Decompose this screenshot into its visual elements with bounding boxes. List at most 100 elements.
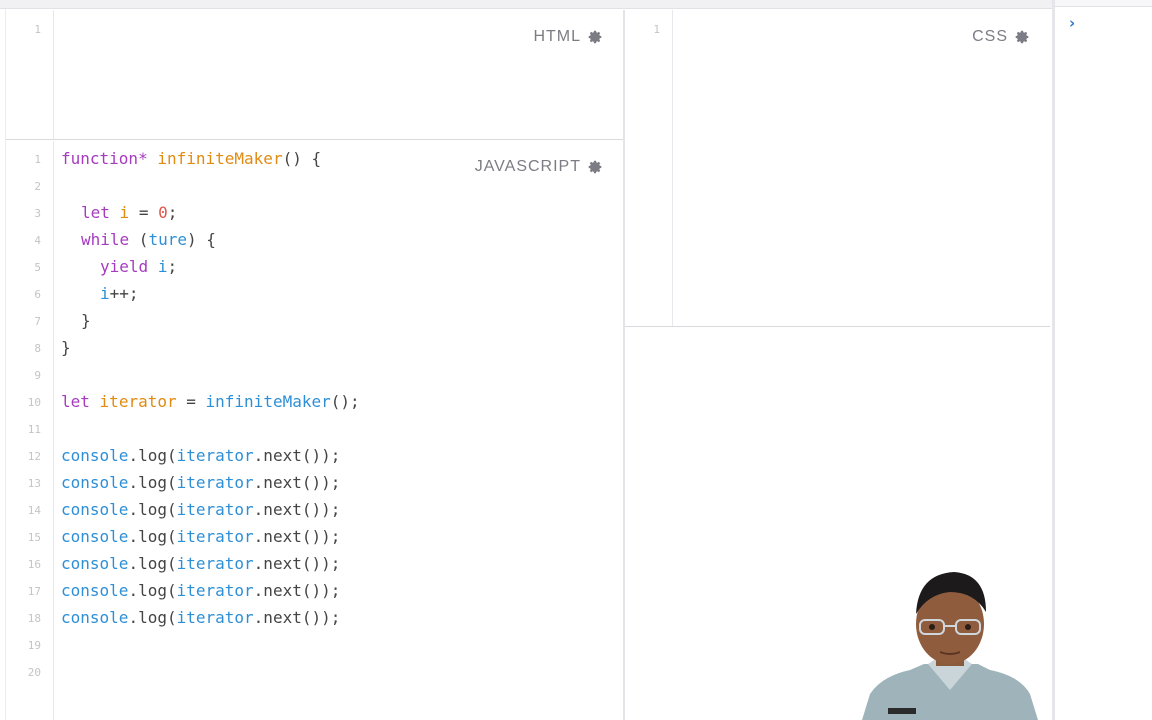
- code-line: console.log(iterator.next());: [61, 604, 340, 631]
- code-line: while (ture) {: [81, 226, 216, 253]
- gear-icon: [588, 30, 602, 44]
- html-editor-pane[interactable]: 1 HTML: [6, 10, 623, 140]
- code-line: function* infiniteMaker() {: [61, 145, 321, 172]
- line-number: 2: [34, 180, 41, 193]
- chevron-right-icon[interactable]: ›: [1069, 14, 1075, 32]
- css-pane-settings-button[interactable]: CSS: [972, 28, 1030, 46]
- code-token: let: [81, 203, 110, 222]
- code-token: .log(: [128, 500, 177, 519]
- code-token: (: [129, 230, 149, 249]
- code-token: .next());: [253, 608, 341, 627]
- code-token: .next());: [253, 527, 341, 546]
- line-number: 20: [27, 666, 41, 679]
- css-pane-label: CSS: [972, 28, 1008, 45]
- code-line: }: [61, 334, 71, 361]
- line-number: 5: [34, 261, 41, 274]
- code-token: .log(: [128, 473, 177, 492]
- code-token: let: [61, 392, 90, 411]
- code-token: function*: [61, 149, 148, 168]
- html-pane-label: HTML: [533, 28, 581, 45]
- code-token: ++;: [109, 284, 139, 303]
- code-token: console: [61, 527, 129, 546]
- presenter-webcam: [862, 566, 1038, 720]
- html-pane-settings-button[interactable]: HTML: [533, 28, 603, 46]
- line-number: 13: [27, 477, 41, 490]
- console-header: [1055, 0, 1152, 7]
- js-line-gutter: 1 2 3 4 5 6 7 8 9 10 11 12 13 14 15 16 1…: [6, 141, 54, 720]
- line-number: 1: [653, 23, 660, 36]
- code-token: 0: [158, 203, 168, 222]
- js-pane-settings-button[interactable]: JAVASCRIPT: [475, 158, 603, 176]
- code-line: }: [81, 307, 91, 334]
- code-token: =: [129, 203, 159, 222]
- css-line-gutter: 1: [625, 10, 673, 326]
- code-token: .next());: [253, 581, 341, 600]
- code-token: while: [81, 230, 130, 249]
- code-token: () {: [282, 149, 322, 168]
- code-line: console.log(iterator.next());: [61, 442, 340, 469]
- code-token: iterator: [176, 608, 254, 627]
- line-number: 8: [34, 342, 41, 355]
- code-token: i: [119, 203, 130, 222]
- code-token: ;: [167, 257, 178, 276]
- code-token: .log(: [128, 446, 177, 465]
- code-line: i++;: [100, 280, 139, 307]
- code-token: .next());: [253, 500, 341, 519]
- code-token: console: [61, 473, 129, 492]
- code-line: console.log(iterator.next());: [61, 550, 340, 577]
- gear-icon: [588, 160, 602, 174]
- code-token: =: [176, 392, 206, 411]
- line-number: 1: [34, 153, 41, 166]
- code-token: console: [61, 554, 129, 573]
- code-token: infiniteMaker: [205, 392, 331, 411]
- code-token: iterator: [176, 527, 254, 546]
- code-token: console: [61, 581, 129, 600]
- code-token: console: [61, 446, 129, 465]
- code-token: yield: [100, 257, 149, 276]
- line-number: 10: [27, 396, 41, 409]
- code-token: iterator: [176, 581, 254, 600]
- line-number: 18: [27, 612, 41, 625]
- code-token: ) {: [186, 230, 216, 249]
- code-token: .log(: [128, 608, 177, 627]
- presenter-figure: [862, 572, 1038, 720]
- code-token: .next());: [253, 554, 341, 573]
- code-token: iterator: [176, 500, 254, 519]
- line-number: 19: [27, 639, 41, 652]
- line-number: 11: [27, 423, 41, 436]
- line-number: 15: [27, 531, 41, 544]
- code-token: console: [61, 608, 129, 627]
- code-token: .log(: [128, 554, 177, 573]
- js-pane-label: JAVASCRIPT: [474, 158, 581, 175]
- line-number: 3: [34, 207, 41, 220]
- code-line: yield i;: [100, 253, 177, 280]
- code-line: let iterator = infiniteMaker();: [61, 388, 360, 415]
- code-token: i: [157, 257, 168, 276]
- line-number: 12: [27, 450, 41, 463]
- javascript-code[interactable]: function* infiniteMaker() { let i = 0; w…: [61, 141, 360, 627]
- code-line: console.log(iterator.next());: [61, 523, 340, 550]
- code-token: console: [61, 500, 129, 519]
- top-bar: [0, 0, 1054, 9]
- javascript-editor-pane[interactable]: 1 2 3 4 5 6 7 8 9 10 11 12 13 14 15 16 1…: [6, 141, 623, 720]
- code-line: let i = 0;: [81, 199, 177, 226]
- code-token: iterator: [176, 473, 254, 492]
- code-token: ();: [330, 392, 360, 411]
- code-token: infiniteMaker: [157, 149, 283, 168]
- code-token: iterator: [176, 446, 254, 465]
- gear-icon: [1015, 30, 1029, 44]
- css-editor-pane[interactable]: 1 CSS: [625, 10, 1050, 327]
- vertical-resize-handle[interactable]: [623, 10, 625, 720]
- line-number: 6: [34, 288, 41, 301]
- console-panel[interactable]: ›: [1055, 0, 1152, 720]
- html-line-gutter: 1: [6, 10, 54, 139]
- code-line: console.log(iterator.next());: [61, 469, 340, 496]
- code-token: }: [61, 338, 71, 357]
- code-token: .log(: [128, 527, 177, 546]
- line-number: 14: [27, 504, 41, 517]
- code-token: .next());: [253, 473, 341, 492]
- code-token: iterator: [99, 392, 177, 411]
